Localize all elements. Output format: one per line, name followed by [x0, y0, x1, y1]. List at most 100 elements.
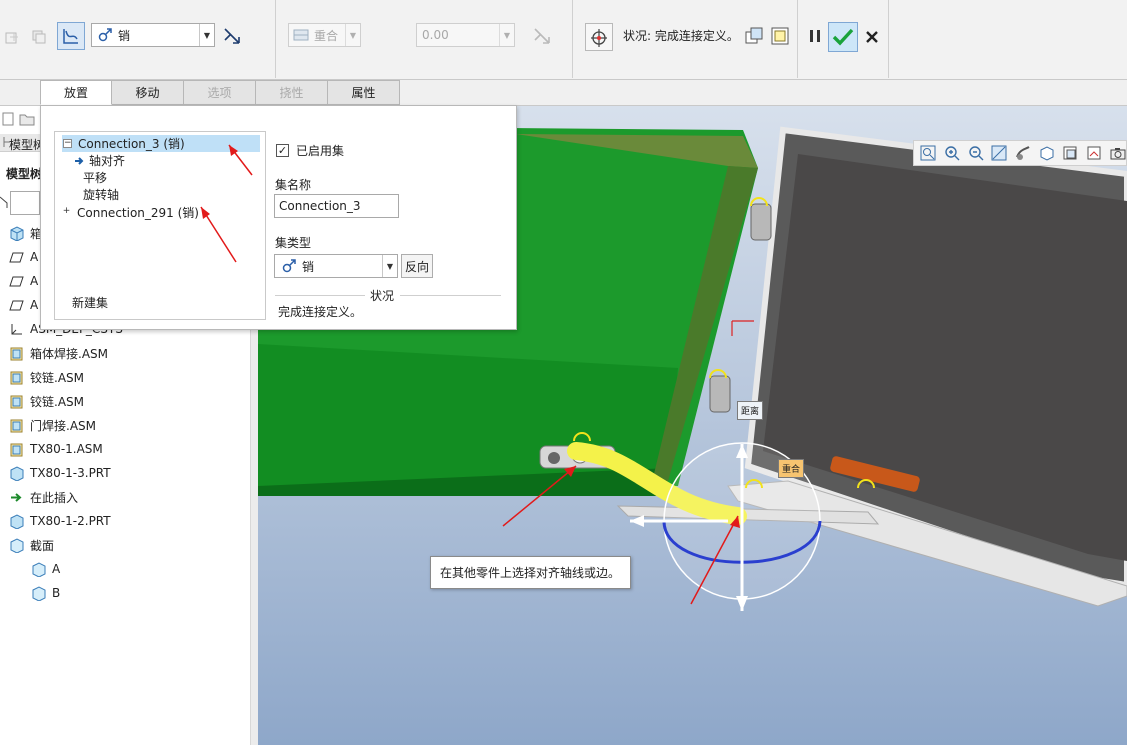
offset-toggle-icon[interactable] — [530, 24, 554, 48]
tab-flexibility[interactable]: 挠性 — [256, 80, 328, 105]
model-tree-header: 模型树 — [6, 167, 43, 181]
move-dragger-icon[interactable] — [585, 23, 613, 51]
constraint-item[interactable]: 平移 — [83, 169, 107, 186]
flip-button[interactable]: 反向 — [401, 254, 433, 278]
tree-item[interactable]: A — [30, 559, 60, 579]
ok-check-icon[interactable] — [828, 22, 858, 52]
distance-tag: 距离 — [737, 401, 764, 420]
new-set-link[interactable]: 新建集 — [72, 294, 108, 311]
connection-set-label: Connection_3 (销) — [78, 137, 185, 151]
separate-window-icon[interactable] — [742, 24, 766, 48]
chevron-down-icon: ▼ — [345, 24, 360, 46]
tree-item-label: A — [52, 562, 61, 576]
model-tree-toolbar — [0, 109, 40, 129]
placement-panel: − Connection_3 (销) 轴对齐 平移 旋转轴 + Connecti… — [40, 105, 517, 330]
connection-type-select[interactable]: 销 ▼ — [91, 23, 215, 47]
tree-item[interactable]: 在此插入 — [8, 487, 78, 507]
datum-display-icon[interactable] — [1086, 144, 1103, 163]
constraint-item[interactable]: 轴对齐 — [74, 152, 125, 169]
tree-item[interactable]: 箱体焊接.ASM — [8, 343, 108, 363]
connection-set-label: Connection_291 (销) — [77, 206, 199, 220]
door-hinge — [709, 375, 731, 413]
ribbon-divider — [572, 0, 573, 78]
constraint-type-select[interactable]: 重合 ▼ — [288, 23, 361, 47]
view-manager-icon[interactable] — [1062, 144, 1079, 163]
datum-plane-icon — [8, 297, 24, 313]
view-toolbar — [913, 140, 1127, 166]
connection-set-item[interactable]: + Connection_291 (销) — [62, 204, 199, 221]
tree-item-label: TX80-1-2.PRT — [30, 514, 111, 528]
copy-icon[interactable] — [27, 25, 51, 49]
tree-item-label: 铰链.ASM — [30, 370, 84, 385]
offset-value-input[interactable]: 0.00 ▼ — [416, 23, 515, 47]
door-hinge — [750, 203, 772, 241]
tree-item-label: 截面 — [30, 538, 55, 553]
assembly-icon — [8, 417, 24, 433]
set-type-select[interactable]: 销 ▼ — [274, 254, 398, 278]
selection-tooltip: 在其他零件上选择对齐轴线或边。 — [430, 556, 631, 589]
status-header-label: 状况 — [370, 289, 395, 303]
collapse-icon[interactable]: − — [63, 139, 72, 148]
pin-icon — [97, 27, 113, 43]
folder-open-icon[interactable] — [19, 112, 35, 126]
tree-item[interactable]: TX80-1-2.PRT — [8, 511, 111, 531]
tree-item[interactable]: TX80-1.ASM — [8, 439, 103, 459]
status-message: 完成连接定义。 — [278, 305, 363, 319]
tree-item-label: 门焊接.ASM — [30, 418, 96, 433]
expand-icon[interactable]: + — [62, 207, 71, 217]
csys-icon — [8, 321, 24, 337]
tree-item[interactable]: B — [30, 583, 60, 603]
cancel-x-icon[interactable] — [860, 25, 884, 49]
tree-item[interactable]: 铰链.ASM — [8, 367, 84, 387]
assembly-icon — [8, 369, 24, 385]
tree-item[interactable]: 门焊接.ASM — [8, 415, 96, 435]
zoom-out-icon[interactable] — [967, 144, 984, 163]
tree-item[interactable]: A — [8, 271, 38, 291]
tree-item[interactable]: A — [8, 247, 38, 267]
tree-item-label: A — [30, 298, 39, 312]
tree-item[interactable]: 截面 — [8, 535, 54, 555]
tree-item[interactable]: 铰链.ASM — [8, 391, 84, 411]
coincident-icon — [293, 27, 309, 43]
tab-placement[interactable]: 放置 — [40, 80, 112, 105]
point-icon[interactable] — [0, 25, 24, 49]
dashboard-tabs: 放置 移动 选项 挠性 属性 — [40, 80, 400, 105]
tree-item[interactable]: A — [8, 295, 38, 315]
current-arrow-icon — [74, 156, 84, 166]
datum-plane-icon — [8, 273, 24, 289]
model-tree-tab[interactable]: 模型树 — [0, 134, 45, 152]
tree-filter-row — [0, 191, 40, 215]
checkbox-checked-icon: ✓ — [276, 144, 289, 157]
set-name-input[interactable]: Connection_3 — [274, 194, 399, 218]
constraint-item[interactable]: 旋转轴 — [83, 186, 119, 203]
tab-properties[interactable]: 属性 — [328, 80, 400, 105]
display-style-icon[interactable] — [1015, 144, 1032, 163]
offset-value: 0.00 — [422, 28, 449, 42]
constraint-label: 旋转轴 — [83, 188, 120, 202]
pause-icon[interactable] — [803, 24, 827, 48]
tab-options[interactable]: 选项 — [184, 80, 256, 105]
datum-plane-icon — [8, 249, 24, 265]
component-window-icon[interactable] — [768, 24, 792, 48]
assembly-icon — [8, 441, 24, 457]
tree-item-label: B — [52, 586, 61, 600]
repaint-icon[interactable] — [991, 144, 1008, 163]
enable-set-checkbox[interactable]: ✓ 已启用集 — [276, 142, 344, 159]
tab-move[interactable]: 移动 — [112, 80, 184, 105]
pin-icon — [281, 258, 297, 274]
zoom-in-icon[interactable] — [944, 144, 961, 163]
filter-icon[interactable] — [0, 195, 8, 209]
set-type-value: 销 — [302, 259, 315, 274]
zoom-fit-icon[interactable] — [920, 144, 937, 163]
ribbon-divider — [275, 0, 276, 78]
tree-item[interactable]: TX80-1-3.PRT — [8, 463, 111, 483]
flexible-mode-icon[interactable] — [57, 22, 85, 50]
chevron-down-icon: ▼ — [382, 255, 397, 277]
saved-view-icon[interactable] — [1038, 144, 1055, 163]
new-icon[interactable] — [1, 112, 15, 126]
flip-icon[interactable] — [220, 24, 244, 48]
pin-hole — [548, 452, 560, 464]
camera-icon[interactable] — [1109, 144, 1126, 163]
ribbon-divider — [797, 0, 798, 78]
tree-search-input[interactable] — [10, 191, 40, 215]
